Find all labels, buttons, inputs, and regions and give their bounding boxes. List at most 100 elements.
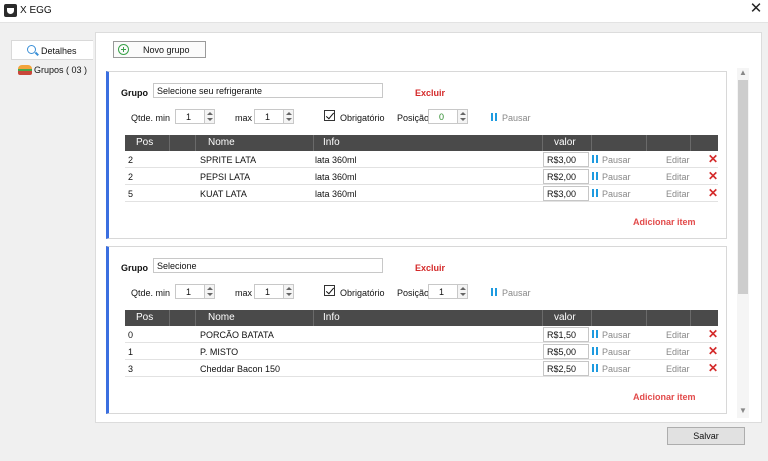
header-valor: valor	[554, 312, 576, 323]
cell-info: lata 360ml	[315, 189, 357, 199]
qtde-min-stepper[interactable]: 1	[175, 109, 215, 124]
pause-item-link[interactable]: Pausar	[602, 347, 631, 357]
stepper-arrows-icon[interactable]	[457, 285, 467, 298]
cell-info: lata 360ml	[315, 155, 357, 165]
stepper-arrows-icon[interactable]	[283, 285, 293, 298]
max-label: max	[235, 288, 253, 298]
delete-group-link[interactable]: Excluir	[415, 88, 445, 98]
edit-item-link[interactable]: Editar	[666, 347, 690, 357]
price-input[interactable]: R$2,50	[543, 361, 589, 376]
nav-item-grupos[interactable]: Grupos ( 03 )	[11, 60, 93, 80]
cell-info: lata 360ml	[315, 172, 357, 182]
edit-item-link[interactable]: Editar	[666, 155, 690, 165]
edit-item-link[interactable]: Editar	[666, 189, 690, 199]
delete-group-link[interactable]: Excluir	[415, 263, 445, 273]
table-row[interactable]: 2 SPRITE LATA lata 360ml R$3,00 Pausar E…	[125, 151, 718, 168]
pause-item-link[interactable]: Pausar	[602, 189, 631, 199]
stepper-arrows-icon[interactable]	[204, 285, 214, 298]
pause-item-link[interactable]: Pausar	[602, 364, 631, 374]
posicao-label: Posição	[397, 288, 430, 298]
header-pos: Pos	[136, 312, 154, 323]
table-row[interactable]: 3 Cheddar Bacon 150 R$2,50 Pausar Editar…	[125, 360, 718, 377]
pause-icon	[491, 288, 497, 296]
cell-pos: 5	[128, 189, 134, 199]
scroll-thumb[interactable]	[738, 80, 748, 294]
edit-item-link[interactable]: Editar	[666, 172, 690, 182]
obrigatorio-checkbox[interactable]	[324, 110, 335, 121]
group-card: Grupo Selecione Excluir Qtde. min 1 max …	[106, 246, 727, 414]
pause-icon	[592, 155, 598, 163]
burger-icon	[18, 65, 32, 75]
qtde-min-label: Qtde. min	[131, 288, 171, 298]
scroll-down-icon[interactable]: ▼	[739, 406, 747, 416]
delete-x-icon[interactable]: ✕	[708, 344, 718, 358]
title-bar: X EGG ✕	[0, 0, 768, 22]
add-item-link[interactable]: Adicionar item	[633, 392, 696, 402]
pause-item-link[interactable]: Pausar	[602, 330, 631, 340]
edit-item-link[interactable]: Editar	[666, 330, 690, 340]
table-header: Pos Nome Info valor	[125, 310, 718, 326]
posicao-value: 1	[439, 287, 445, 297]
pause-item-link[interactable]: Pausar	[602, 172, 631, 182]
cell-pos: 1	[128, 347, 134, 357]
qtde-min-label: Qtde. min	[131, 113, 171, 123]
max-label: max	[235, 113, 253, 123]
max-stepper[interactable]: 1	[254, 109, 294, 124]
new-group-label: Novo grupo	[143, 45, 190, 55]
pause-item-link[interactable]: Pausar	[602, 155, 631, 165]
table-row[interactable]: 5 KUAT LATA lata 360ml R$3,00 Pausar Edi…	[125, 185, 718, 202]
sidebar-nav: Detalhes Grupos ( 03 )	[11, 40, 93, 80]
cell-pos: 2	[128, 172, 134, 182]
table-row[interactable]: 2 PEPSI LATA lata 360ml R$2,00 Pausar Ed…	[125, 168, 718, 185]
max-stepper[interactable]: 1	[254, 284, 294, 299]
stepper-arrows-icon[interactable]	[457, 110, 467, 123]
pause-group-link[interactable]: Pausar	[502, 288, 531, 298]
delete-x-icon[interactable]: ✕	[708, 327, 718, 341]
obrigatorio-label: Obrigatório	[340, 113, 385, 123]
stepper-arrows-icon[interactable]	[283, 110, 293, 123]
delete-x-icon[interactable]: ✕	[708, 361, 718, 375]
save-button[interactable]: Salvar	[667, 427, 745, 445]
add-circle-icon	[118, 44, 129, 55]
header-nome: Nome	[208, 137, 235, 148]
posicao-label: Posição	[397, 113, 430, 123]
new-group-button[interactable]: Novo grupo	[113, 41, 206, 58]
pause-group-link[interactable]: Pausar	[502, 113, 531, 123]
qtde-min-stepper[interactable]: 1	[175, 284, 215, 299]
price-input[interactable]: R$2,00	[543, 169, 589, 184]
posicao-stepper[interactable]: 0	[428, 109, 468, 124]
stepper-arrows-icon[interactable]	[204, 110, 214, 123]
delete-x-icon[interactable]: ✕	[708, 169, 718, 183]
pause-icon	[592, 189, 598, 197]
price-input[interactable]: R$3,00	[543, 152, 589, 167]
group-name-input[interactable]: Selecione	[153, 258, 383, 273]
header-info: Info	[323, 137, 340, 148]
posicao-stepper[interactable]: 1	[428, 284, 468, 299]
window-title: X EGG	[20, 5, 52, 16]
add-item-link[interactable]: Adicionar item	[633, 217, 696, 227]
edit-item-link[interactable]: Editar	[666, 364, 690, 374]
obrigatorio-checkbox[interactable]	[324, 285, 335, 296]
cell-nome: Cheddar Bacon 150	[200, 364, 281, 374]
max-value: 1	[265, 287, 271, 297]
nav-item-label: Detalhes	[41, 46, 77, 56]
pause-icon	[592, 364, 598, 372]
cell-nome: KUAT LATA	[200, 189, 247, 199]
price-input[interactable]: R$5,00	[543, 344, 589, 359]
table-header: Pos Nome Info valor	[125, 135, 718, 151]
vertical-scrollbar[interactable]: ▲ ▼	[737, 68, 749, 418]
table-row[interactable]: 1 P. MISTO R$5,00 Pausar Editar ✕	[125, 343, 718, 360]
group-name-input[interactable]: Selecione seu refrigerante	[153, 83, 383, 98]
qtde-min-value: 1	[186, 112, 192, 122]
nav-item-detalhes[interactable]: Detalhes	[11, 40, 93, 60]
delete-x-icon[interactable]: ✕	[708, 152, 718, 166]
table-row[interactable]: 0 PORCÃO BATATA R$1,50 Pausar Editar ✕	[125, 326, 718, 343]
close-button[interactable]: ✕	[744, 0, 768, 20]
pause-icon	[491, 113, 497, 121]
scroll-up-icon[interactable]: ▲	[739, 68, 747, 78]
cell-pos: 2	[128, 155, 134, 165]
price-input[interactable]: R$3,00	[543, 186, 589, 201]
price-input[interactable]: R$1,50	[543, 327, 589, 342]
delete-x-icon[interactable]: ✕	[708, 186, 718, 200]
group-label: Grupo	[121, 263, 148, 273]
